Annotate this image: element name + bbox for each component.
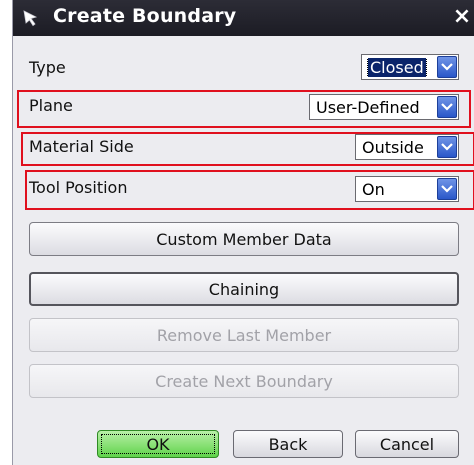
material-side-label: Material Side [29, 137, 134, 156]
chaining-button[interactable]: Chaining [29, 272, 459, 306]
tool-position-label: Tool Position [29, 178, 128, 197]
material-side-dropdown-value: Outside [362, 137, 424, 157]
tool-position-dropdown[interactable]: On [355, 176, 459, 202]
type-label: Type [29, 58, 66, 77]
tool-position-dropdown-value: On [362, 179, 385, 199]
remove-last-member-button[interactable]: Remove Last Member [29, 318, 459, 352]
chevron-down-icon[interactable] [437, 96, 457, 118]
plane-dropdown-value: User-Defined [316, 97, 420, 117]
create-next-boundary-button[interactable]: Create Next Boundary [29, 364, 459, 398]
material-side-dropdown[interactable]: Outside [355, 134, 459, 160]
back-button[interactable]: Back [233, 430, 343, 458]
type-dropdown-value: Closed [362, 57, 437, 77]
title-bar[interactable]: Create Boundary × [13, 0, 474, 36]
type-dropdown[interactable]: Closed [361, 54, 459, 80]
ok-button[interactable]: OK [97, 430, 219, 458]
cancel-button[interactable]: Cancel [355, 430, 459, 458]
plane-label: Plane [29, 96, 73, 115]
close-button[interactable]: × [451, 6, 473, 30]
cursor-arrow-icon [21, 8, 41, 28]
chevron-down-icon[interactable] [437, 56, 457, 78]
plane-dropdown[interactable]: User-Defined [309, 94, 459, 120]
dialog-title: Create Boundary [53, 5, 237, 27]
custom-member-data-button[interactable]: Custom Member Data [29, 222, 459, 256]
chevron-down-icon[interactable] [437, 178, 457, 200]
type-selected-text: Closed [367, 57, 427, 77]
chevron-down-icon[interactable] [437, 136, 457, 158]
create-boundary-dialog: Create Boundary × Type Closed Plane User… [12, 0, 474, 465]
